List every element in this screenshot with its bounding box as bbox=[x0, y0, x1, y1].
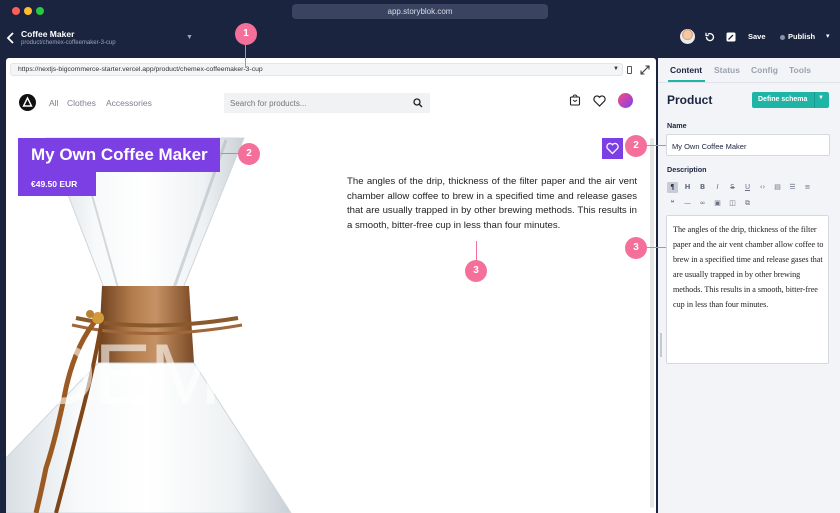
product-price: €49.50 EUR bbox=[18, 172, 96, 196]
nav-link-accessories[interactable]: Accessories bbox=[106, 98, 152, 108]
save-button[interactable]: Save bbox=[748, 32, 766, 41]
close-window-button[interactable] bbox=[12, 7, 20, 15]
button-divider bbox=[814, 92, 815, 108]
description-label: Description bbox=[667, 165, 707, 174]
ordered-list-icon[interactable]: ≡ bbox=[802, 182, 813, 193]
content-panel: Content Status Config Tools Product Defi… bbox=[658, 58, 840, 513]
story-title: Coffee Maker bbox=[21, 29, 75, 39]
app-window: app.storyblok.com Coffee Maker product/c… bbox=[0, 0, 840, 513]
marker-3-panel-line bbox=[646, 247, 666, 248]
store-logo[interactable] bbox=[19, 94, 36, 111]
search-input[interactable] bbox=[230, 97, 400, 109]
product-title[interactable]: My Own Coffee Maker bbox=[18, 138, 220, 172]
wishlist-icon[interactable] bbox=[593, 95, 606, 107]
tab-divider bbox=[658, 82, 840, 83]
product-description[interactable]: The angles of the drip, thickness of the… bbox=[347, 175, 637, 233]
paste-icon[interactable]: ⧉ bbox=[742, 198, 753, 209]
tab-config[interactable]: Config bbox=[751, 65, 778, 75]
active-tab-indicator bbox=[668, 80, 705, 82]
marker-2-preview: 2 bbox=[238, 143, 260, 165]
marker-3-line bbox=[476, 241, 477, 261]
preview-scrollbar[interactable] bbox=[650, 138, 654, 508]
underline-icon[interactable]: U bbox=[742, 182, 753, 193]
publish-status-dot bbox=[780, 35, 785, 40]
quote-icon[interactable]: ❝ bbox=[667, 198, 678, 209]
name-field bbox=[666, 134, 830, 156]
italic-icon[interactable]: I bbox=[712, 182, 723, 193]
edit-preview-icon[interactable] bbox=[725, 31, 737, 43]
triangle-logo-icon bbox=[22, 96, 33, 107]
marker-2-line bbox=[221, 153, 239, 154]
paragraph-icon[interactable]: ¶ bbox=[667, 182, 678, 193]
marker-1: 1 bbox=[235, 23, 257, 45]
chevron-down-icon[interactable]: ▼ bbox=[818, 95, 824, 101]
richtext-toolbar-row2: ❝ — ∞ ▣ ◫ ⧉ bbox=[667, 198, 827, 210]
user-avatar[interactable] bbox=[618, 93, 633, 108]
define-schema-label: Define schema bbox=[758, 96, 808, 103]
name-label: Name bbox=[667, 121, 687, 130]
image-icon[interactable]: ▣ bbox=[712, 198, 723, 209]
cart-icon[interactable] bbox=[569, 94, 581, 106]
demo-watermark: DEMO bbox=[34, 327, 286, 423]
heading-icon[interactable]: H bbox=[682, 182, 693, 193]
expand-icon[interactable] bbox=[640, 65, 650, 75]
hr-icon[interactable]: — bbox=[682, 198, 693, 209]
mobile-view-icon[interactable] bbox=[627, 66, 632, 74]
tab-tools[interactable]: Tools bbox=[789, 65, 811, 75]
code-block-icon[interactable]: ▤ bbox=[772, 182, 783, 193]
description-editor[interactable]: The angles of the drip, thickness of the… bbox=[666, 215, 829, 364]
marker-3-preview: 3 bbox=[465, 260, 487, 282]
publish-button[interactable]: Publish bbox=[788, 32, 815, 41]
history-icon[interactable] bbox=[704, 31, 716, 43]
richtext-toolbar-row1: ¶ H B I S U ‹› ▤ ☰ ≡ bbox=[667, 182, 827, 194]
tab-content[interactable]: Content bbox=[670, 65, 702, 75]
nav-link-clothes[interactable]: Clothes bbox=[67, 98, 96, 108]
back-arrow-icon[interactable] bbox=[6, 31, 16, 45]
description-text[interactable]: The angles of the drip, thickness of the… bbox=[673, 222, 825, 313]
code-icon[interactable]: ‹› bbox=[757, 182, 768, 193]
minimize-window-button[interactable] bbox=[24, 7, 32, 15]
marker-1-line bbox=[245, 44, 246, 68]
heart-icon bbox=[606, 142, 619, 155]
marker-2-panel-line bbox=[646, 145, 666, 146]
visual-preview: https://nextjs-bigcommerce-starter.verce… bbox=[6, 58, 656, 513]
story-menu-chevron-icon[interactable]: ▼ bbox=[186, 34, 193, 41]
maximize-window-button[interactable] bbox=[36, 7, 44, 15]
marker-2-panel: 2 bbox=[625, 135, 647, 157]
nav-link-all[interactable]: All bbox=[49, 98, 58, 108]
publish-chevron-down-icon[interactable]: ▾ bbox=[826, 32, 830, 40]
app-header: Coffee Maker product/chemex-coffeemaker-… bbox=[0, 22, 840, 53]
story-slug: product/chemex-coffeemaker-3-cup bbox=[21, 40, 116, 46]
bullet-list-icon[interactable]: ☰ bbox=[787, 182, 798, 193]
link-icon[interactable]: ∞ bbox=[697, 198, 708, 209]
avatar[interactable] bbox=[680, 29, 695, 44]
panel-resize-handle[interactable] bbox=[660, 333, 662, 357]
add-to-wishlist-button[interactable] bbox=[602, 138, 623, 159]
define-schema-button[interactable]: Define schema ▼ bbox=[752, 92, 829, 108]
component-heading: Product bbox=[667, 93, 713, 107]
preview-url: https://nextjs-bigcommerce-starter.verce… bbox=[18, 66, 263, 73]
name-input[interactable] bbox=[672, 140, 822, 152]
marker-3-panel: 3 bbox=[625, 237, 647, 259]
bold-icon[interactable]: B bbox=[697, 182, 708, 193]
title-bar: app.storyblok.com bbox=[0, 0, 840, 22]
strike-icon[interactable]: S bbox=[727, 182, 738, 193]
blok-icon[interactable]: ◫ bbox=[727, 198, 738, 209]
address-dropdown-icon[interactable]: ▼ bbox=[613, 66, 619, 72]
product-search bbox=[224, 93, 430, 113]
search-icon[interactable] bbox=[413, 98, 423, 108]
preview-address-bar[interactable]: https://nextjs-bigcommerce-starter.verce… bbox=[10, 63, 623, 76]
tab-status[interactable]: Status bbox=[714, 65, 740, 75]
browser-url[interactable]: app.storyblok.com bbox=[292, 4, 548, 19]
